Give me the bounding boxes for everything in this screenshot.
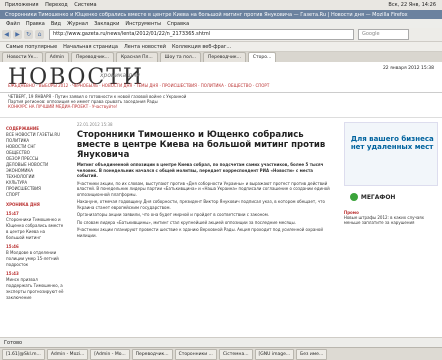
tab[interactable]: Admin xyxy=(44,52,70,62)
tab[interactable]: Красная Пл... xyxy=(115,52,158,62)
article: 22.01.2012 15:38 Сторонники Тимошенко и … xyxy=(71,118,340,305)
taskbar-item[interactable]: Сістемна... xyxy=(218,348,253,360)
forward-button[interactable]: ▶ xyxy=(13,30,22,39)
taskbar-item[interactable]: Без име... xyxy=(296,348,328,360)
article-date: 22.01.2012 15:38 xyxy=(76,122,113,127)
news-link[interactable]: В Молдове в отделении полиции умер 15-ле… xyxy=(6,250,65,268)
url-bar[interactable]: http://www.gazeta.ru/news/lenta/2012/01/… xyxy=(49,29,354,40)
status-text: Готово xyxy=(4,340,23,346)
promo-text: Новые штрафы 2012: в каких случаях меньш… xyxy=(343,215,425,225)
article-lead: Митинг объединенной оппозиции в центре К… xyxy=(76,162,324,178)
news-link[interactable]: Минск призвал поддержать Тимошенко, а эк… xyxy=(6,277,65,301)
search-input[interactable]: Google xyxy=(358,29,409,40)
tab[interactable]: Новости Ук... xyxy=(2,52,43,62)
back-button[interactable]: ◀ xyxy=(2,30,11,39)
menu-view[interactable]: Вид xyxy=(51,21,61,27)
taskbar-item[interactable]: [1.61]@Skl.m... xyxy=(2,348,45,360)
tab[interactable]: Переводчик... xyxy=(203,52,246,62)
taskbar-item[interactable]: Переводчик... xyxy=(131,348,173,360)
article-paragraph: Накануне, отмечая годовщину Дня соборнос… xyxy=(76,199,325,210)
header-date: 22 января 2012 15:38 xyxy=(382,66,434,71)
reload-icon: ↻ xyxy=(25,31,32,38)
reload-button[interactable]: ↻ xyxy=(24,30,33,39)
taskbar-item[interactable]: [GNU image... xyxy=(254,348,295,360)
site-logo-subtitle: хроника дня xyxy=(100,72,140,79)
right-sidebar: Для вашего бизнеса нет удаленных мест МЕ… xyxy=(340,118,442,305)
article-paragraph: Участники акции, по их словам, выступают… xyxy=(76,180,330,197)
back-arrow-icon: ◀ xyxy=(4,31,9,38)
menu-places[interactable]: Переход xyxy=(45,2,68,8)
menu-edit[interactable]: Правка xyxy=(26,21,45,27)
tab[interactable]: Шоу та пол... xyxy=(159,52,201,62)
forward-arrow-icon: ▶ xyxy=(15,31,20,38)
page-content: НОВОСТИ хроника дня 22 января 2012 15:38… xyxy=(0,62,442,346)
taskbar-item[interactable]: Сторонники ... xyxy=(174,348,217,360)
window-title-bar[interactable]: Сторонники Тимошенко и Ющенко собрались … xyxy=(0,10,442,19)
menu-history[interactable]: Журнал xyxy=(67,21,88,27)
bookmarks-toolbar: Самые популярные Начальная страница Лент… xyxy=(0,42,442,52)
window-title: Сторонники Тимошенко и Ющенко собрались … xyxy=(5,11,408,18)
article-headline: Сторонники Тимошенко и Ющенко собрались … xyxy=(76,130,326,160)
menu-applications[interactable]: Приложения xyxy=(5,2,39,8)
menu-system[interactable]: Система xyxy=(74,2,96,8)
article-paragraph: По словам лидера «Батькивщины», митинг с… xyxy=(76,219,296,225)
ticker-line[interactable]: КОНКУРС НА ЛУЧШИЙ МЕДИА-ПРОЕКТ · Участву… xyxy=(8,104,434,109)
clock[interactable]: Вск, 22 Янв, 14:26 xyxy=(388,2,436,8)
promo-block[interactable]: Промо Новые штрафы 2012: в каких случаях… xyxy=(344,210,438,225)
rubric-nav[interactable]: ЕЖЕДНЕВНО · ВЫБОРЫ 2012 · ЧЕРНОБЫЛЬ · НО… xyxy=(8,83,434,88)
megafon-brand: МЕГАФОН xyxy=(360,193,396,201)
navigation-toolbar: ◀ ▶ ↻ ⌂ http://www.gazeta.ru/news/lenta/… xyxy=(0,28,442,42)
megafon-logo[interactable]: МЕГАФОН xyxy=(343,188,438,206)
chronicle-heading: ХРОНИКА ДНЯ xyxy=(6,202,40,207)
taskbar-item[interactable]: Admin - Mozi... xyxy=(46,348,89,360)
news-ticker: ЧЕТВЕРГ, 19 ЯНВАРЯ · Путин заявил о гото… xyxy=(0,93,442,118)
taskbar-item[interactable]: [Admin - Mo... xyxy=(90,348,130,360)
bookmark-most-visited[interactable]: Самые популярные xyxy=(6,44,57,50)
advertisement-banner[interactable]: Для вашего бизнеса нет удаленных мест xyxy=(343,122,438,186)
site-header: НОВОСТИ хроника дня 22 января 2012 15:38… xyxy=(0,62,442,93)
news-link[interactable]: Сторонники Тимошенко и Ющенко собрались … xyxy=(6,217,65,241)
tab[interactable]: Переводчик... xyxy=(71,52,114,62)
article-paragraph: Организаторы акции заявили, что она буде… xyxy=(76,212,270,217)
desktop-taskbar: [1.61]@Skl.m... Admin - Mozi... [Admin -… xyxy=(0,347,442,360)
megafon-logo-icon xyxy=(349,193,358,201)
desktop-menus: Приложения Переход Система xyxy=(0,2,97,8)
tab-active[interactable]: Сторо... xyxy=(247,52,277,62)
menu-help[interactable]: Справка xyxy=(167,21,189,27)
home-button[interactable]: ⌂ xyxy=(35,30,44,39)
bookmark-web-slices[interactable]: Коллекция веб-фраг... xyxy=(172,44,231,50)
left-sidebar: СОДЕРЖАНИЕ ВСЕ НОВОСТИ ГАЗЕТЫ.RU ПОЛИТИК… xyxy=(0,118,71,305)
menu-tools[interactable]: Инструменты xyxy=(125,21,161,27)
bookmark-news-feed[interactable]: Лента новостей xyxy=(124,44,166,50)
article-paragraph: Участники акции планируют провести шеств… xyxy=(76,227,323,238)
home-icon: ⌂ xyxy=(37,31,42,38)
bookmark-start-page[interactable]: Начальная страница xyxy=(63,44,118,50)
menu-bookmarks[interactable]: Закладки xyxy=(94,21,119,27)
tab-strip: Новости Ук... Admin Переводчик... Красна… xyxy=(0,52,442,62)
menu-file[interactable]: Файл xyxy=(6,21,20,27)
sidebar-item[interactable]: СПОРТ xyxy=(6,192,65,198)
ad-title: Для вашего бизнеса нет удаленных мест xyxy=(350,135,434,151)
